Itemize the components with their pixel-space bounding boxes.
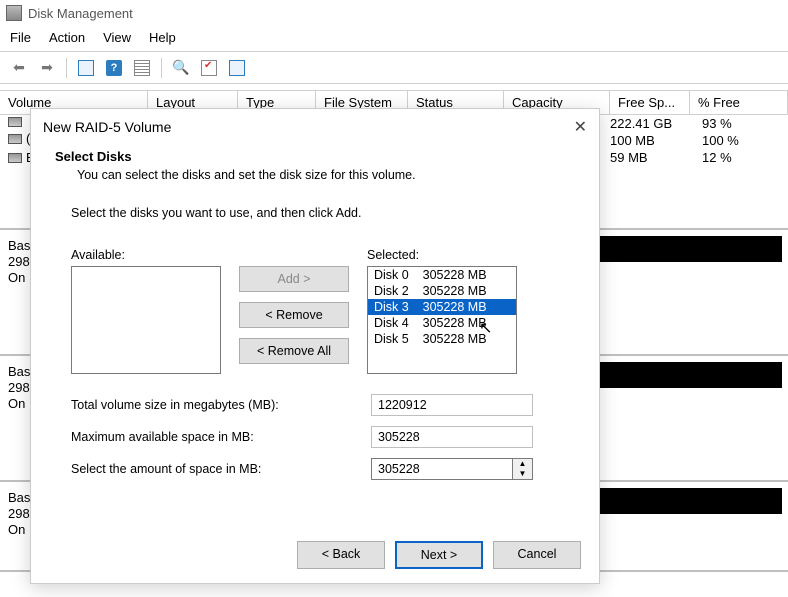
menu-file[interactable]: File: [10, 30, 31, 45]
total-size-value: 1220912: [371, 394, 533, 416]
properties-icon: [78, 60, 94, 76]
percent-free-cell: 93 %: [702, 116, 732, 131]
wizard-step-subheading: You can select the disks and set the dis…: [55, 164, 575, 182]
dialog-title: New RAID-5 Volume: [43, 119, 171, 135]
selected-disks-listbox[interactable]: Disk 0 305228 MBDisk 2 305228 MBDisk 3 3…: [367, 266, 517, 374]
cancel-button[interactable]: Cancel: [493, 541, 581, 569]
wizard-instruction: Select the disks you want to use, and th…: [71, 206, 559, 220]
remove-button[interactable]: < Remove: [239, 302, 349, 328]
menu-help[interactable]: Help: [149, 30, 176, 45]
volume-icon: [8, 153, 22, 163]
toolbar: ? 🔍: [0, 52, 788, 84]
amount-space-spinner[interactable]: 305228 ▲ ▼: [371, 458, 533, 480]
selected-disk-item[interactable]: Disk 5 305228 MB: [368, 331, 516, 347]
help-button[interactable]: ?: [103, 57, 125, 79]
new-raid5-wizard-dialog: New RAID-5 Volume ✕ Select Disks You can…: [30, 108, 600, 584]
search-icon: 🔍: [172, 59, 189, 76]
free-space-cell: 59 MB: [610, 150, 684, 165]
back-button[interactable]: < Back: [297, 541, 385, 569]
search-button[interactable]: 🔍: [170, 57, 192, 79]
properties-button[interactable]: [75, 57, 97, 79]
amount-space-label: Select the amount of space in MB:: [71, 462, 371, 476]
percent-free-cell: 100 %: [702, 133, 739, 148]
options-icon: [229, 60, 245, 76]
selected-disk-item[interactable]: Disk 3 305228 MB: [368, 299, 516, 315]
column-free-space[interactable]: Free Sp...: [610, 91, 690, 114]
title-bar: Disk Management: [0, 0, 788, 26]
column-percent-free[interactable]: % Free: [690, 91, 788, 114]
selected-label: Selected:: [367, 248, 517, 262]
check-icon: [201, 60, 217, 76]
available-disks-listbox[interactable]: [71, 266, 221, 374]
spinner-up-icon[interactable]: ▲: [513, 459, 532, 469]
list-icon: [134, 60, 150, 76]
nav-forward-button[interactable]: [36, 57, 58, 79]
selected-disk-item[interactable]: Disk 2 305228 MB: [368, 283, 516, 299]
selected-disk-item[interactable]: Disk 4 305228 MB: [368, 315, 516, 331]
next-button[interactable]: Next >: [395, 541, 483, 569]
available-label: Available:: [71, 248, 221, 262]
spinner-down-icon[interactable]: ▼: [513, 469, 532, 479]
free-space-cell: 100 MB: [610, 133, 684, 148]
close-button[interactable]: ✕: [574, 117, 587, 137]
menu-view[interactable]: View: [103, 30, 131, 45]
max-space-label: Maximum available space in MB:: [71, 430, 371, 444]
volume-icon: [8, 134, 22, 144]
help-icon: ?: [106, 60, 122, 76]
amount-space-input[interactable]: 305228: [371, 458, 513, 480]
list-view-button[interactable]: [131, 57, 153, 79]
total-size-label: Total volume size in megabytes (MB):: [71, 398, 371, 412]
app-icon: [6, 5, 22, 21]
percent-free-cell: 12 %: [702, 150, 732, 165]
menu-bar: File Action View Help: [0, 26, 788, 52]
nav-back-button[interactable]: [8, 57, 30, 79]
toolbar-separator: [66, 58, 67, 78]
volume-icon: [8, 117, 22, 127]
menu-action[interactable]: Action: [49, 30, 85, 45]
add-button[interactable]: Add >: [239, 266, 349, 292]
wizard-step-heading: Select Disks: [55, 149, 575, 164]
volume-right-columns: 222.41 GB 93 % 100 MB 100 % 59 MB 12 %: [610, 115, 739, 166]
toolbar-separator: [161, 58, 162, 78]
check-button[interactable]: [198, 57, 220, 79]
options-button[interactable]: [226, 57, 248, 79]
remove-all-button[interactable]: < Remove All: [239, 338, 349, 364]
free-space-cell: 222.41 GB: [610, 116, 684, 131]
selected-disk-item[interactable]: Disk 0 305228 MB: [368, 267, 516, 283]
max-space-value: 305228: [371, 426, 533, 448]
app-title: Disk Management: [28, 6, 133, 21]
